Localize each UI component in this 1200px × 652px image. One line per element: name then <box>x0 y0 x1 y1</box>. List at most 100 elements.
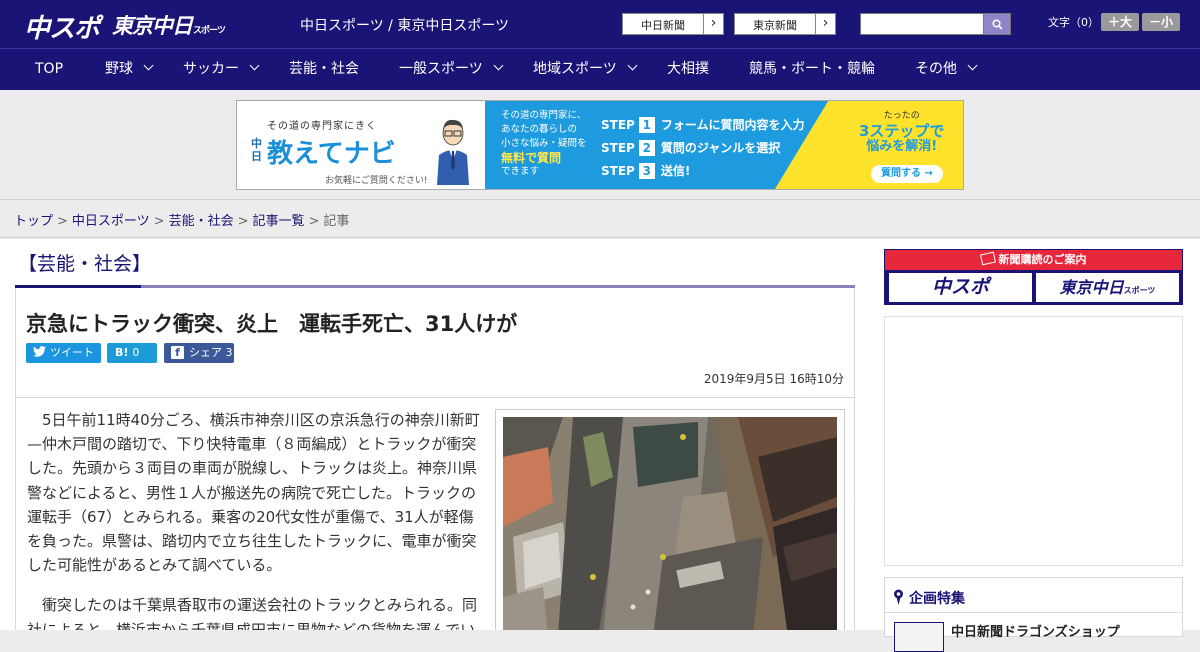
chunichi-shimbun-link[interactable]: 中日新聞 › <box>622 13 724 35</box>
subscribe-chuspo-logo[interactable]: 中スポ <box>889 273 1032 302</box>
article-header: 京急にトラック衝突、炎上 運転手死亡、31人けが ツイート B! 0 f シェア 3… <box>15 288 855 398</box>
main-nav: TOP 野球 サッカー 芸能・社会 一般スポーツ 地域スポーツ 大相撲 競馬・ボ… <box>0 48 1200 90</box>
nav-item-local-sports[interactable]: 地域スポーツ <box>533 49 638 90</box>
dragons-shop-thumbnail[interactable] <box>894 622 944 652</box>
step-text: 送信! <box>660 164 691 178</box>
nav-label: 野球 <box>105 61 133 77</box>
facebook-icon: f <box>171 346 184 359</box>
subscription-banner[interactable]: 新聞購読のご案内 中スポ 東京中日スポーツ <box>884 249 1183 305</box>
subscription-heading: 新聞購読のご案内 <box>885 250 1182 270</box>
search-icon <box>992 19 1003 30</box>
tokyo-shimbun-link[interactable]: 東京新聞 › <box>734 13 836 35</box>
article-date: 2019年9月5日 16時10分 <box>703 372 844 386</box>
font-size-increase-button[interactable]: ＋大 <box>1101 13 1139 31</box>
nav-item-racing[interactable]: 競馬・ボート・競輪 <box>749 49 875 90</box>
banner-left: その道の専門家にきく 中日 教えてナビ お気軽にご質問ください! <box>237 101 485 189</box>
breadcrumb: トップ > 中日スポーツ > 芸能・社会 > 記事一覧 > 記事 <box>0 200 1200 238</box>
banner-chunichi-mark: 中日 <box>251 137 262 163</box>
nav-item-top[interactable]: TOP <box>35 49 63 90</box>
nav-label: その他 <box>915 61 957 77</box>
breadcrumb-link-entertainment[interactable]: 芸能・社会 <box>169 214 234 229</box>
tokyo-chunichi-logo-text: 東京中日 <box>112 14 193 38</box>
article-title: 京急にトラック衝突、炎上 運転手死亡、31人けが <box>26 312 518 336</box>
oshiete-navi-banner[interactable]: その道の専門家にきく 中日 教えてナビ お気軽にご質問ください! その道の専門家… <box>236 100 964 190</box>
nav-item-sumo[interactable]: 大相撲 <box>667 49 709 90</box>
article-paragraph: 衝突したのは千葉県香取市の運送会社のトラックとみられる。同社によると、横浜市から… <box>27 596 478 630</box>
feature-box: 企画特集 中日新聞ドラゴンズショップ <box>884 577 1183 652</box>
banner-step-2: STEP 2 質問のジャンルを選択 <box>601 139 780 156</box>
sidebar-ad-slot <box>884 316 1183 566</box>
banner-ask-button[interactable]: 質問する → <box>871 165 943 183</box>
aerial-scene-image <box>503 417 837 630</box>
banner-desc-line: できます <box>501 166 540 177</box>
banner-step-3: STEP 3 送信! <box>601 162 690 179</box>
facebook-share-button[interactable]: f シェア 3 <box>164 343 234 363</box>
step-number: 2 <box>638 140 655 156</box>
pin-icon <box>894 589 903 605</box>
nav-item-others[interactable]: その他 <box>915 49 978 90</box>
nav-label: TOP <box>35 61 64 77</box>
newspaper-icon <box>979 251 996 266</box>
breadcrumb-current: 記事 <box>323 214 350 229</box>
hatena-bookmark-icon: B! <box>115 346 129 359</box>
step-number: 3 <box>638 163 655 179</box>
chevron-down-icon <box>967 60 978 71</box>
article-category: 【芸能・社会】 <box>18 253 152 275</box>
tokyo-chunichi-logo-suffix: スポーツ <box>193 26 226 36</box>
feature-item-dragons-shop[interactable]: 中日新聞ドラゴンズショップ <box>951 621 1120 640</box>
subscribe-tokyo-chunichi-suffix: スポーツ <box>1123 286 1156 295</box>
chevron-down-icon <box>249 60 260 71</box>
breadcrumb-link-article-list[interactable]: 記事一覧 <box>253 214 305 229</box>
nav-label: 地域スポーツ <box>533 61 617 77</box>
top-header: 中スポ 東京中日スポーツ 中日スポーツ / 東京中日スポーツ 中日新聞 › 東京… <box>0 0 1200 48</box>
tokyo-shimbun-label: 東京新聞 <box>753 19 797 32</box>
chevron-right-icon: › <box>703 14 723 34</box>
chunichi-shimbun-label: 中日新聞 <box>641 19 685 32</box>
nav-label: 大相撲 <box>667 61 709 77</box>
facebook-share-label: シェア <box>189 346 222 359</box>
subscription-heading-text: 新聞購読のご案内 <box>998 253 1087 266</box>
banner-description: その道の専門家に、 あなたの暮らしの 小さな悩み・疑問を 無料で質問 できます <box>501 109 587 179</box>
feature-heading-text: 企画特集 <box>909 591 965 607</box>
twitter-bird-icon <box>33 346 46 357</box>
banner-desc-line: 小さな悩み・疑問を <box>501 138 587 149</box>
search-button[interactable] <box>983 13 1011 35</box>
feature-divider <box>885 612 1182 613</box>
step-text: 質問のジャンルを選択 <box>660 141 781 155</box>
chevron-down-icon <box>627 60 638 71</box>
facebook-count: 3 <box>225 346 233 359</box>
nav-item-general-sports[interactable]: 一般スポーツ <box>399 49 504 90</box>
font-size-decrease-button[interactable]: －小 <box>1142 13 1180 31</box>
banner-highlight: 無料で質問 <box>501 151 562 165</box>
hatena-bookmark-button[interactable]: B! 0 <box>107 343 157 363</box>
article-text: 5日午前11時40分ごろ、横浜市神奈川区の京浜急行の神奈川新町—仲木戸間の踏切で… <box>27 408 482 630</box>
nav-label: 競馬・ボート・競輪 <box>749 61 875 77</box>
breadcrumb-link-chunichi-sports[interactable]: 中日スポーツ <box>72 214 150 229</box>
banner-title: 教えてナビ <box>267 139 396 169</box>
breadcrumb-link-top[interactable]: トップ <box>14 214 53 229</box>
twitter-share-label: ツイート <box>50 346 94 359</box>
nav-item-soccer[interactable]: サッカー <box>183 49 260 90</box>
chevron-down-icon <box>143 60 154 71</box>
banner-desc-line: その道の専門家に、 <box>501 110 587 121</box>
banner-step-1: STEP 1 フォームに質問内容を入力 <box>601 116 804 133</box>
step-label: STEP <box>601 118 635 132</box>
breadcrumb-separator: > <box>237 214 249 229</box>
hatena-count: 0 <box>132 346 140 359</box>
banner-right-big: 3ステップで <box>859 122 945 140</box>
chevron-right-icon: › <box>815 14 835 34</box>
font-size-label: 文字（0） <box>1048 16 1099 29</box>
chuspo-logo[interactable]: 中スポ <box>24 8 100 45</box>
nav-item-baseball[interactable]: 野球 <box>105 49 154 90</box>
search-input[interactable] <box>860 13 984 35</box>
twitter-share-button[interactable]: ツイート <box>26 343 101 363</box>
breadcrumb-separator: > <box>153 214 165 229</box>
article-paragraph: 5日午前11時40分ごろ、横浜市神奈川区の京浜急行の神奈川新町—仲木戸間の踏切で… <box>27 411 480 575</box>
subscribe-tokyo-chunichi-text: 東京中日 <box>1059 278 1124 297</box>
subscribe-tokyo-chunichi-logo[interactable]: 東京中日スポーツ <box>1036 273 1179 302</box>
nav-item-entertainment[interactable]: 芸能・社会 <box>289 49 359 90</box>
article-photo[interactable] <box>495 409 845 630</box>
tokyo-chunichi-logo[interactable]: 東京中日スポーツ <box>112 10 226 40</box>
banner-note: お気軽にご質問ください! <box>325 176 428 186</box>
nav-label: サッカー <box>183 61 239 77</box>
